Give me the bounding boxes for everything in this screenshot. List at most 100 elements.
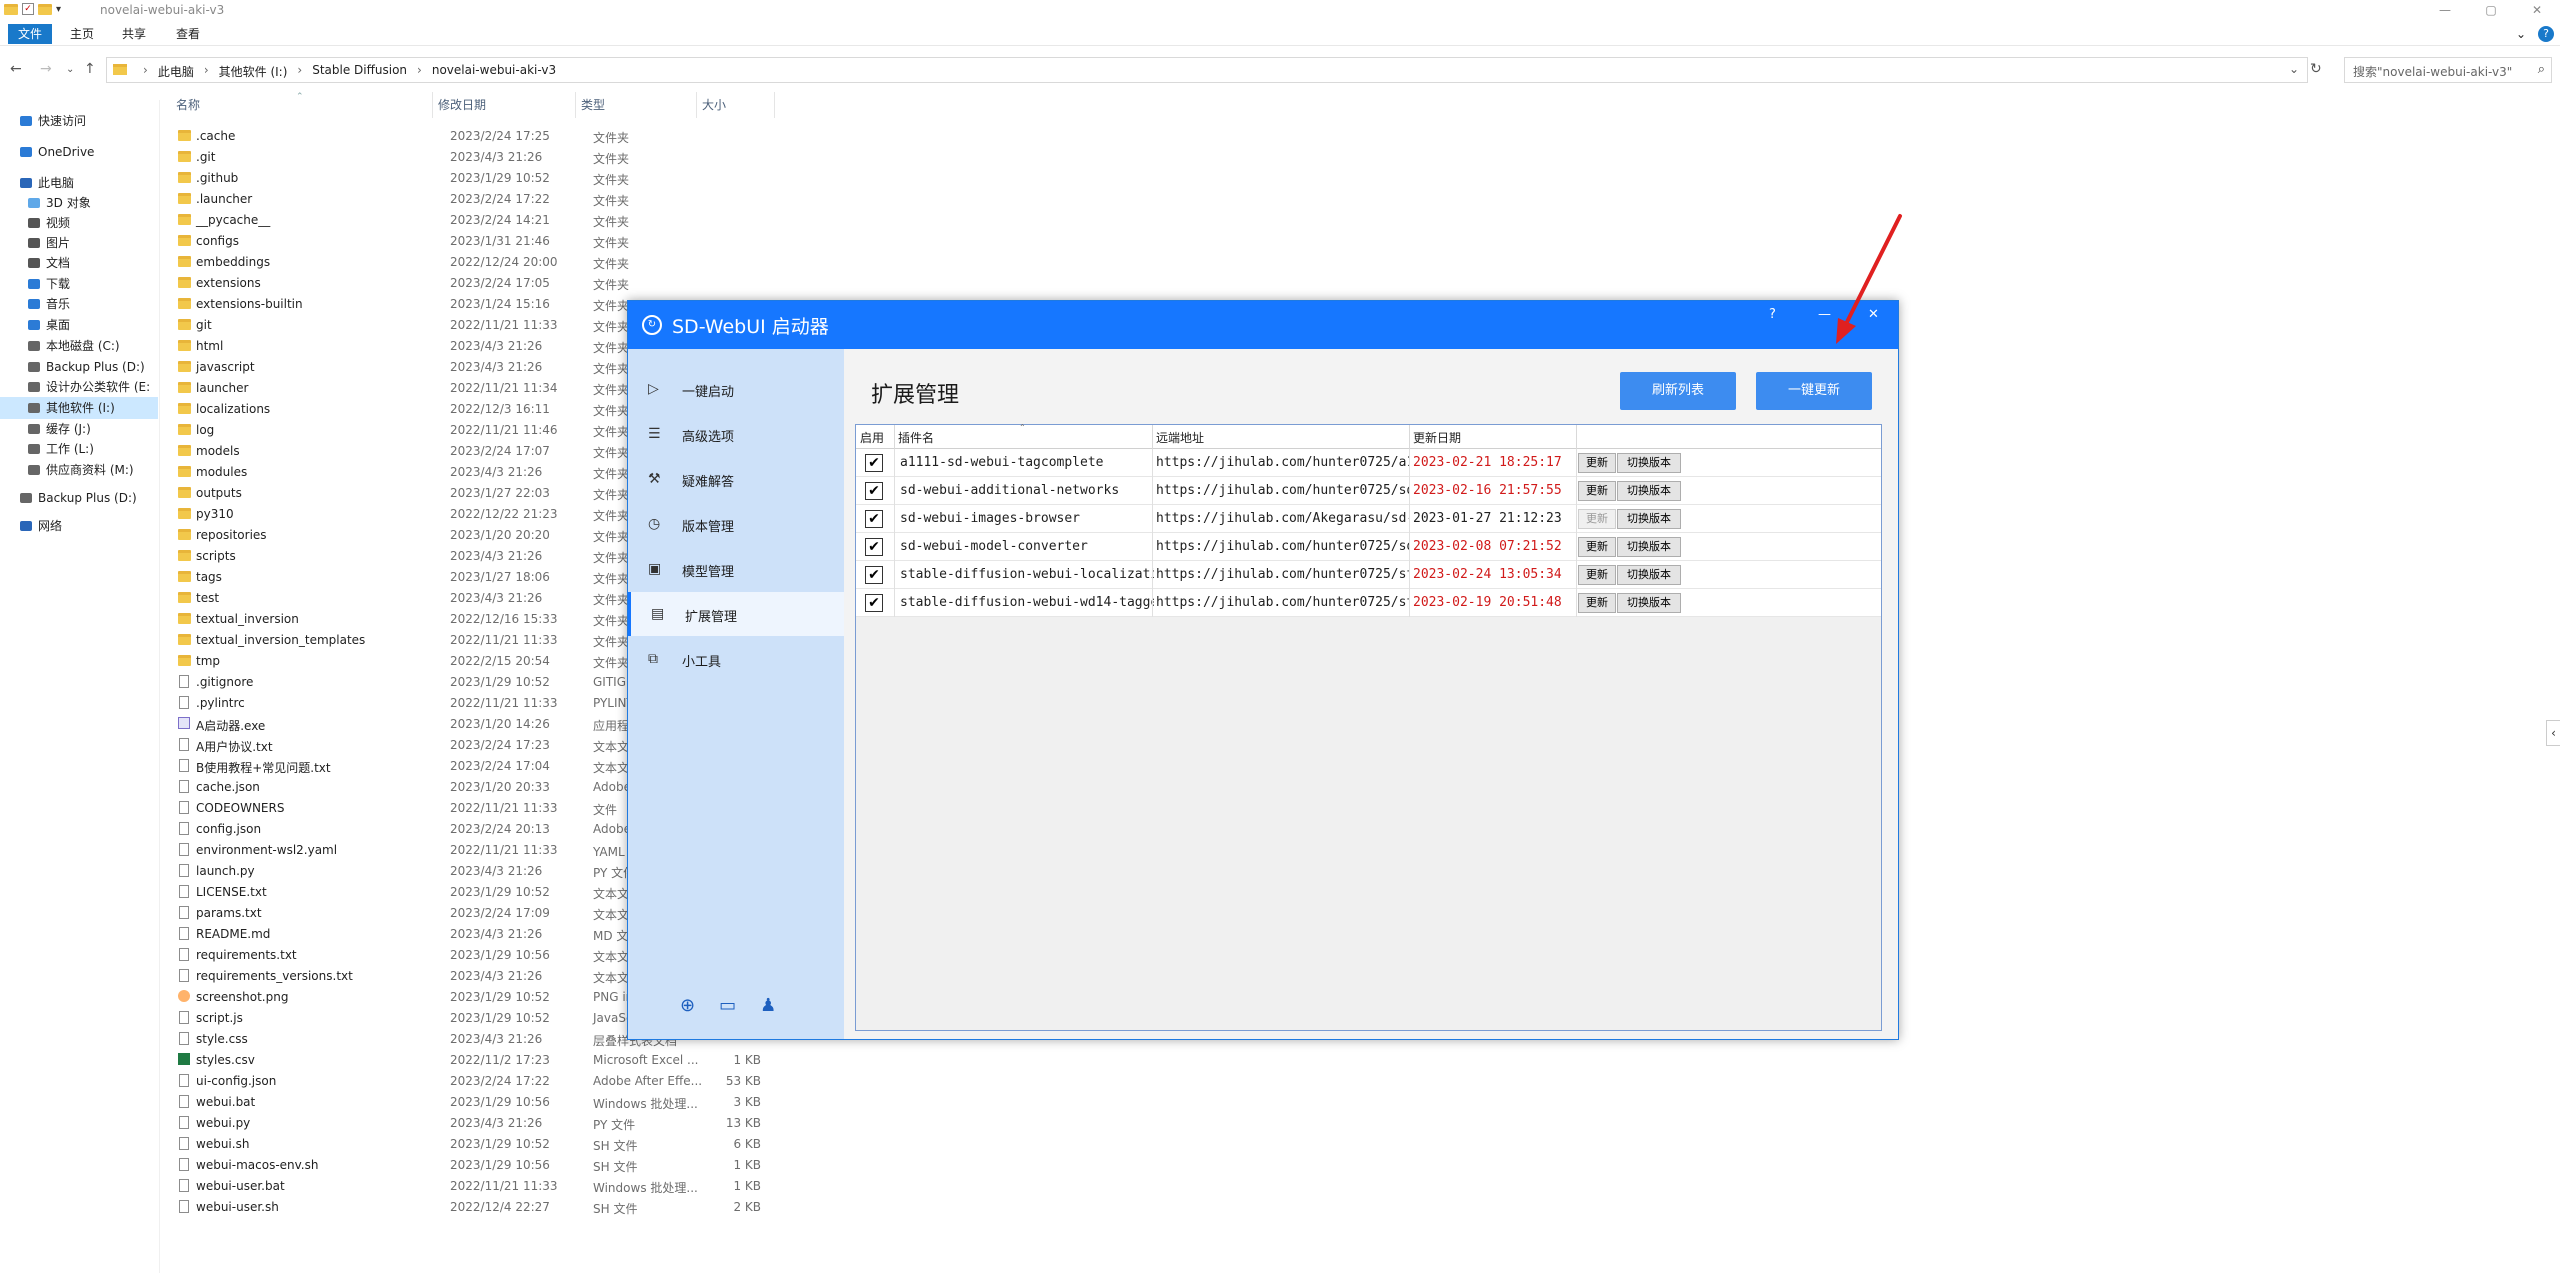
forward-arrow-icon[interactable]: → (40, 61, 52, 77)
tab-home[interactable]: 主页 (60, 24, 104, 44)
file-row[interactable]: .git 2023/4/3 21:26 文件夹 (174, 147, 934, 168)
chevron-right-icon[interactable]: › (297, 63, 302, 80)
update-button[interactable]: 更新 (1578, 593, 1616, 613)
chevron-left-icon[interactable]: ‹ (2546, 720, 2560, 746)
sidebar-item[interactable]: 其他软件 (I:) (0, 397, 158, 419)
file-row[interactable]: embeddings 2022/12/24 20:00 文件夹 (174, 252, 934, 273)
properties-icon[interactable]: ✓ (22, 3, 34, 15)
sidebar-item[interactable]: 供应商资料 (M:) (0, 459, 158, 481)
tab-file[interactable]: 文件 (8, 24, 52, 44)
file-row[interactable]: configs 2023/1/31 21:46 文件夹 (174, 231, 934, 252)
sidebar-item[interactable]: Backup Plus (D:) (0, 356, 158, 378)
back-arrow-icon[interactable]: ← (10, 61, 22, 77)
enable-checkbox[interactable]: ✔ (865, 538, 883, 556)
close-button[interactable]: ✕ (2514, 0, 2560, 22)
file-row[interactable]: styles.csv 2022/11/2 17:23 Microsoft Excel… (174, 1050, 934, 1071)
switch-version-button[interactable]: 切换版本 (1617, 453, 1681, 473)
update-all-button[interactable]: 一键更新 (1756, 372, 1872, 410)
tab-view[interactable]: 查看 (166, 24, 210, 44)
sidebar-item[interactable]: 缓存 (J:) (0, 418, 158, 440)
sidebar-item-4[interactable]: ▣ 模型管理 (628, 547, 844, 591)
enable-checkbox[interactable]: ✔ (865, 482, 883, 500)
column-divider[interactable] (894, 425, 895, 449)
sidebar-item[interactable]: 视频 (0, 212, 158, 234)
enable-checkbox[interactable]: ✔ (865, 566, 883, 584)
sidebar-item[interactable]: 音乐 (0, 293, 158, 315)
chevron-down-icon[interactable]: ▾ (56, 4, 61, 15)
sidebar-item[interactable]: 设计办公类软件 (E: (0, 376, 158, 398)
column-divider[interactable] (432, 92, 433, 118)
breadcrumb-item[interactable]: Stable Diffusion (312, 63, 407, 80)
breadcrumb-item[interactable]: 其他软件 (I:) (219, 63, 288, 80)
update-button[interactable]: 更新 (1578, 565, 1616, 585)
sidebar-item[interactable]: 桌面 (0, 314, 158, 336)
enable-checkbox[interactable]: ✔ (865, 454, 883, 472)
qq-icon[interactable]: ♟ (760, 995, 776, 1016)
column-header-url[interactable]: 远端地址 (1156, 429, 1204, 446)
sidebar-item[interactable]: 工作 (L:) (0, 438, 158, 460)
refresh-icon[interactable]: ↻ (2310, 61, 2322, 77)
update-button[interactable]: 更新 (1578, 537, 1616, 557)
sidebar-item[interactable]: 文档 (0, 252, 158, 274)
column-divider[interactable] (1576, 425, 1577, 449)
switch-version-button[interactable]: 切换版本 (1617, 509, 1681, 529)
file-row[interactable]: webui-macos-env.sh 2023/1/29 10:56 SH 文件 1 … (174, 1155, 934, 1176)
sidebar-item-1[interactable]: ☰ 高级选项 (628, 412, 844, 456)
chevron-right-icon[interactable]: › (417, 63, 422, 80)
sidebar-item-6[interactable]: ⧉ 小工具 (628, 637, 844, 681)
file-row[interactable]: webui-user.bat 2022/11/21 11:33 Windows 批处… (174, 1176, 934, 1197)
column-divider[interactable] (1152, 425, 1153, 449)
sidebar-item[interactable]: 3D 对象 (0, 192, 158, 214)
file-row[interactable]: webui.bat 2023/1/29 10:56 Windows 批处理... 3 … (174, 1092, 934, 1113)
help-icon[interactable]: ? (2538, 26, 2554, 42)
column-header-name[interactable]: 插件名 (898, 429, 934, 446)
column-divider[interactable] (575, 92, 576, 118)
sidebar-item[interactable]: 此电脑 (0, 172, 158, 194)
switch-version-button[interactable]: 切换版本 (1617, 481, 1681, 501)
sidebar-item[interactable]: OneDrive (0, 141, 158, 163)
recent-locations-icon[interactable]: ⌄ (66, 64, 74, 75)
enable-checkbox[interactable]: ✔ (865, 594, 883, 612)
update-button[interactable]: 更新 (1578, 481, 1616, 501)
file-row[interactable]: webui-user.sh 2022/12/4 22:27 SH 文件 2 KB (174, 1197, 934, 1218)
column-divider[interactable] (774, 92, 775, 118)
column-header-size[interactable]: 大小 (702, 96, 726, 113)
update-button[interactable]: 更新 (1578, 509, 1616, 529)
column-header-date[interactable]: 修改日期 (438, 96, 486, 113)
sidebar-item[interactable]: Backup Plus (D:) (0, 487, 158, 509)
column-header-date[interactable]: 更新日期 (1413, 429, 1461, 446)
file-row[interactable]: ui-config.json 2023/2/24 17:22 Adobe After… (174, 1071, 934, 1092)
breadcrumb-item[interactable]: 此电脑 (158, 63, 194, 80)
address-bar[interactable]: › 此电脑 › 其他软件 (I:) › Stable Diffusion › n… (106, 57, 2308, 83)
sidebar-item[interactable]: 图片 (0, 232, 158, 254)
up-arrow-icon[interactable]: ↑ (84, 61, 96, 77)
column-divider[interactable] (1409, 425, 1410, 449)
switch-version-button[interactable]: 切换版本 (1617, 593, 1681, 613)
chevron-right-icon[interactable]: › (204, 63, 209, 80)
sidebar-item-5[interactable]: ▤ 扩展管理 (628, 592, 844, 636)
sidebar-item[interactable]: 本地磁盘 (C:) (0, 335, 158, 357)
new-folder-icon[interactable] (38, 3, 52, 15)
column-header-enabled[interactable]: 启用 (860, 429, 884, 446)
file-row[interactable]: .github 2023/1/29 10:52 文件夹 (174, 168, 934, 189)
tab-share[interactable]: 共享 (112, 24, 156, 44)
file-row[interactable]: .launcher 2023/2/24 17:22 文件夹 (174, 189, 934, 210)
sidebar-item[interactable]: 快速访问 (0, 110, 158, 132)
breadcrumb-item[interactable]: novelai-webui-aki-v3 (432, 63, 556, 80)
file-row[interactable]: webui.py 2023/4/3 21:26 PY 文件 13 KB (174, 1113, 934, 1134)
help-button[interactable]: ? (1769, 307, 1776, 322)
maximize-button[interactable]: ▢ (2468, 0, 2514, 22)
column-header-name[interactable]: 名称 (176, 96, 200, 113)
file-row[interactable]: extensions 2023/2/24 17:05 文件夹 (174, 273, 934, 294)
refresh-list-button[interactable]: 刷新列表 (1620, 372, 1736, 410)
minimize-button[interactable]: — (2422, 0, 2468, 22)
switch-version-button[interactable]: 切换版本 (1617, 565, 1681, 585)
ribbon-expand-icon[interactable]: ⌄ (2516, 27, 2526, 41)
search-input[interactable]: 搜索"novelai-webui-aki-v3" ⌕ (2344, 57, 2552, 83)
address-dropdown-icon[interactable]: ⌄ (2289, 62, 2299, 76)
switch-version-button[interactable]: 切换版本 (1617, 537, 1681, 557)
update-button[interactable]: 更新 (1578, 453, 1616, 473)
column-header-type[interactable]: 类型 (581, 96, 605, 113)
sidebar-item-2[interactable]: ⚒ 疑难解答 (628, 457, 844, 501)
sidebar-item-3[interactable]: ◷ 版本管理 (628, 502, 844, 546)
